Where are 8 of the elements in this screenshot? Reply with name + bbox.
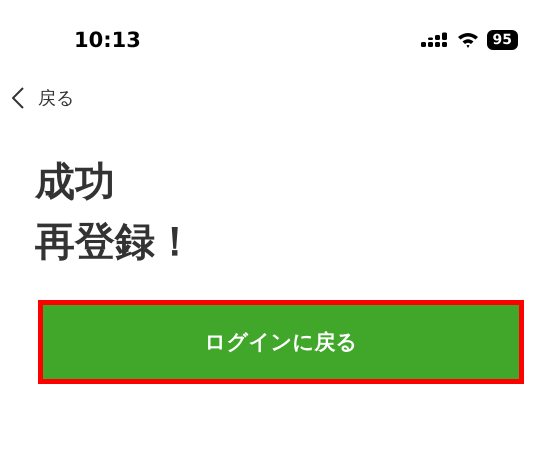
battery-indicator: 95 — [486, 30, 518, 50]
chevron-left-icon — [12, 87, 24, 109]
title-text: 再登録！ — [35, 218, 196, 267]
back-button[interactable]: 戻る — [12, 86, 74, 110]
title-text: 成功 — [35, 158, 116, 207]
signal-icon — [420, 32, 449, 48]
status-time: 10:13 — [74, 28, 141, 52]
wifi-icon — [456, 32, 479, 48]
